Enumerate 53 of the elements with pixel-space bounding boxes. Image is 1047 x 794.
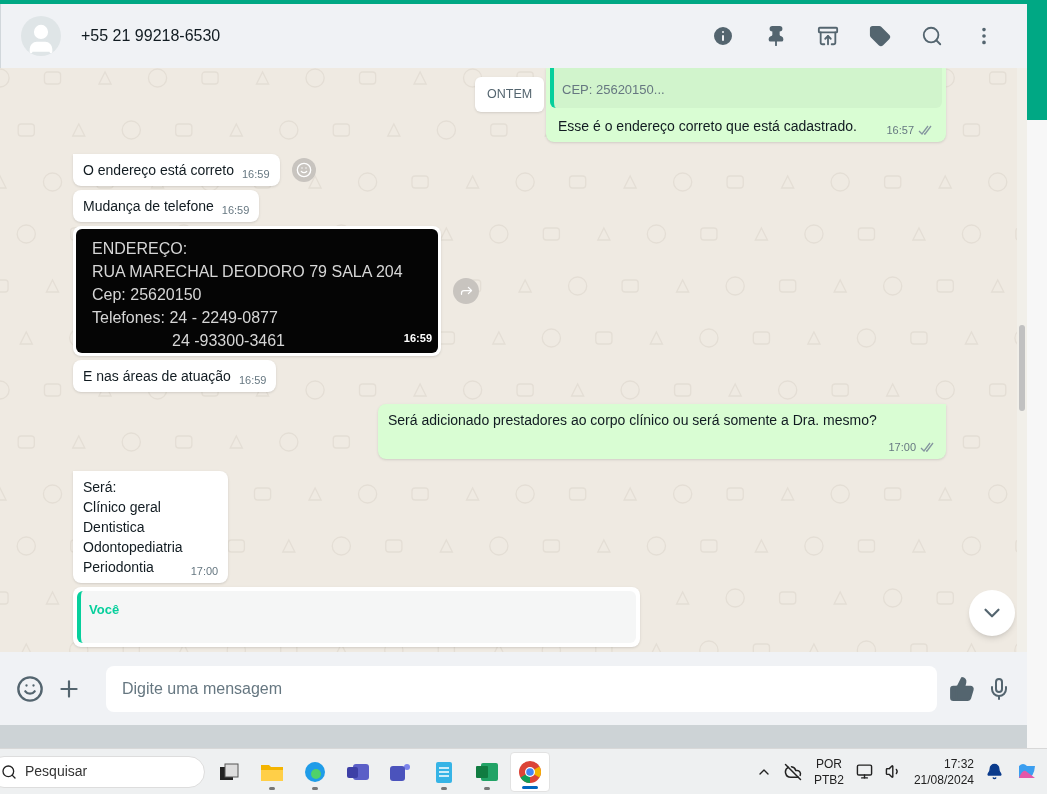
double-check-icon xyxy=(918,124,934,136)
archive-box-icon[interactable] xyxy=(817,25,839,47)
message-text: E nas áreas de atuação xyxy=(83,366,231,386)
message-text: Odontopediatria xyxy=(83,537,183,557)
message-time: 16:59 xyxy=(221,204,250,216)
clock-date[interactable]: 21/08/2024 xyxy=(913,771,974,788)
search-icon xyxy=(1,763,17,780)
message-text: Será: xyxy=(83,477,118,497)
message-time: 16:59 xyxy=(238,374,267,386)
info-icon[interactable] xyxy=(711,24,735,48)
notepad-icon xyxy=(434,759,454,784)
spreadsheet-app-icon xyxy=(475,760,499,783)
message-text: Periodontia xyxy=(83,557,155,577)
smiley-icon xyxy=(295,161,312,178)
quote-author: Você xyxy=(89,601,120,617)
quoted-text: CEP: 25620150... xyxy=(562,81,666,99)
message-time: 17:00 xyxy=(190,565,219,577)
monitor-icon[interactable] xyxy=(855,763,873,780)
language-indicator[interactable]: PTB2 xyxy=(813,771,844,788)
message-time: 16:57 xyxy=(886,124,914,136)
taskbar-search-field[interactable]: Pesquisar xyxy=(0,755,205,788)
message-text: Mudança de telefone xyxy=(83,196,214,216)
emoji-icon[interactable] xyxy=(16,674,44,703)
label-tag-icon[interactable] xyxy=(869,25,891,47)
thumbs-up-icon[interactable] xyxy=(949,675,975,702)
quoted-message[interactable]: CEP: 25620150... xyxy=(550,68,942,108)
search-icon[interactable] xyxy=(921,25,943,47)
message-time: 16:59 xyxy=(403,331,432,346)
message-time: 17:00 xyxy=(888,441,916,453)
language-indicator[interactable]: POR xyxy=(815,755,842,772)
scrollbar[interactable] xyxy=(1017,68,1027,652)
double-check-icon xyxy=(920,441,936,453)
search-placeholder: Pesquisar xyxy=(25,762,88,781)
bell-icon[interactable] xyxy=(986,763,1003,780)
text-image[interactable]: ENDEREÇO: RUA MARECHAL DEODORO 79 SALA 204 Cep: 25620150 Telefones: 24 - 2249-0877 24 -93300-3461 16:59 xyxy=(76,228,438,353)
message-text: Esse é o endereço correto que está cadastrado. xyxy=(558,116,857,136)
message-time: 16:59 xyxy=(242,168,270,180)
date-pill: ONTEM xyxy=(475,77,545,112)
image-text: ENDEREÇO: xyxy=(92,238,188,259)
image-text: 24 -93300-3461 xyxy=(172,330,285,351)
image-text: RUA MARECHAL DEODORO 79 SALA 204 xyxy=(92,261,403,282)
chrome-browser-icon xyxy=(518,759,542,784)
message-text: O endereço está correto xyxy=(83,160,234,180)
message-input-field[interactable]: Digite uma mensagem xyxy=(106,665,937,712)
image-text: Telefones: 24 - 2249-0877 xyxy=(92,307,278,328)
contact-name[interactable]: +55 21 99218-6530 xyxy=(81,24,221,48)
cloud-off-icon[interactable] xyxy=(783,762,802,781)
image-text: Cep: 25620150 xyxy=(92,284,202,305)
message-text: Clínico geral xyxy=(83,497,162,517)
message-text: Será adicionado prestadores ao corpo clínico ou será somente a Dra. mesmo? xyxy=(388,410,878,430)
clock-time[interactable]: 17:32 xyxy=(943,755,974,772)
task-view-icon xyxy=(218,760,240,783)
message-text: Dentistica xyxy=(83,517,146,537)
